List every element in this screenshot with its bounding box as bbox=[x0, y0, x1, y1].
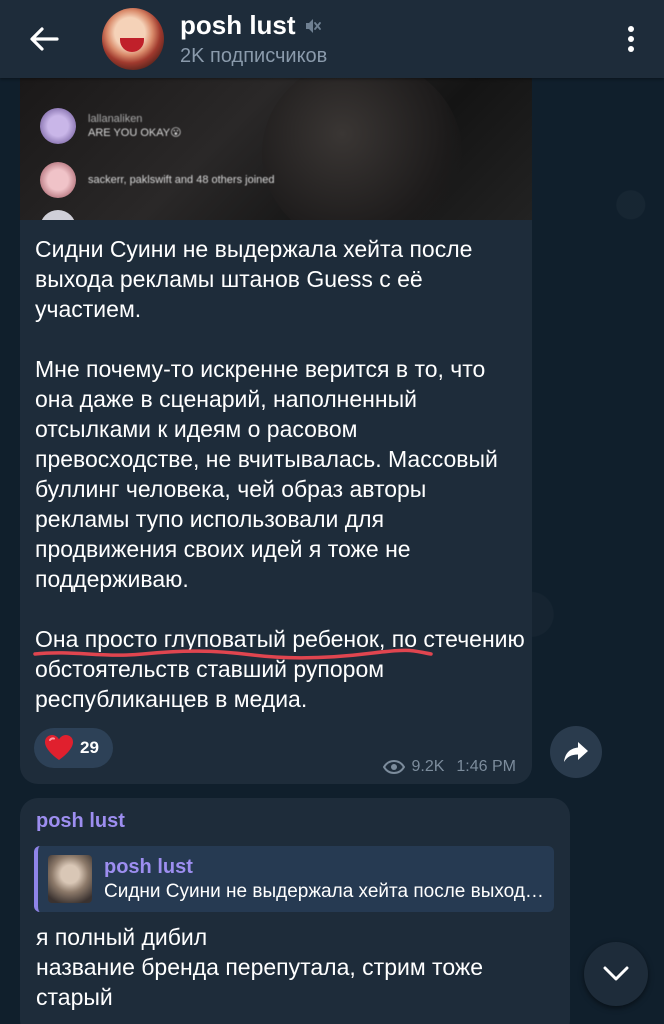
scroll-down-button[interactable] bbox=[584, 942, 648, 1006]
heart-icon bbox=[45, 735, 73, 760]
channel-title: posh lust bbox=[180, 10, 296, 40]
comment-text: ARE YOU OKAY😮 bbox=[88, 127, 182, 139]
muted-speaker-icon bbox=[305, 18, 321, 33]
chat-header: posh lust 2K подписчиков bbox=[0, 0, 664, 78]
media-comment: sackerr, paklswift and 48 others joined bbox=[40, 162, 275, 198]
post-paragraph: Мне почему-то искренне верится в то, что… bbox=[35, 356, 498, 592]
more-vertical-icon bbox=[628, 26, 634, 52]
share-button[interactable] bbox=[550, 726, 602, 778]
eye-icon bbox=[383, 760, 406, 774]
post-media[interactable]: lallanaliken ARE YOU OKAY😮 sackerr, pakl… bbox=[20, 78, 532, 220]
quoted-text: Сидни Суини не выдержала хейта после вых… bbox=[104, 880, 544, 902]
chevron-down-icon bbox=[603, 966, 629, 981]
reply-line: название бренда перепутала, стрим тоже с… bbox=[36, 954, 484, 1010]
quoted-message[interactable]: posh lust Сидни Суини не выдержала хейта… bbox=[34, 846, 554, 912]
post-paragraph-last: Она просто глуповатый ребенок, по стечен… bbox=[33, 624, 525, 714]
quoted-thumbnail bbox=[48, 855, 92, 903]
channel-post: lallanaliken ARE YOU OKAY😮 sackerr, pakl… bbox=[20, 78, 532, 784]
more-menu-button[interactable] bbox=[606, 0, 656, 78]
commenter-avatar bbox=[40, 108, 76, 144]
commenter-avatar bbox=[40, 162, 76, 198]
channel-avatar[interactable] bbox=[102, 8, 164, 70]
quoted-author: posh lust bbox=[104, 855, 193, 878]
comment-text: sackerr, paklswift and 48 others joined bbox=[88, 174, 275, 186]
comment-user: lallanaliken bbox=[88, 113, 143, 125]
commenter-avatar bbox=[40, 210, 76, 220]
reply-post: posh lust posh lust Сидни Суини не выдер… bbox=[20, 798, 570, 1024]
red-underline-mark bbox=[33, 648, 433, 660]
channel-info[interactable]: posh lust 2K подписчиков bbox=[180, 10, 606, 68]
reply-text: я полный дибил название бренда перепутал… bbox=[36, 922, 556, 1012]
reply-line: я полный дибил bbox=[36, 924, 208, 950]
post-meta: 9.2K 1:46 PM bbox=[383, 758, 516, 776]
back-button[interactable] bbox=[0, 0, 88, 78]
arrow-left-icon bbox=[30, 27, 59, 51]
share-arrow-icon bbox=[564, 742, 588, 762]
view-count: 9.2K bbox=[411, 758, 445, 775]
heart-reaction-button[interactable]: 29 bbox=[34, 728, 113, 768]
subscriber-count: 2K подписчиков bbox=[180, 45, 328, 67]
post-paragraph: Сидни Суини не выдержала хейта после вых… bbox=[35, 236, 473, 322]
media-comment: lallanaliken ARE YOU OKAY😮 bbox=[40, 108, 182, 144]
post-author[interactable]: posh lust bbox=[36, 810, 125, 833]
reaction-count: 29 bbox=[80, 738, 99, 757]
post-text: Сидни Суини не выдержала хейта после вых… bbox=[33, 234, 525, 714]
underlined-phrase: Она просто глуповатый ребенок bbox=[33, 626, 433, 660]
post-time: 1:46 PM bbox=[456, 758, 516, 775]
